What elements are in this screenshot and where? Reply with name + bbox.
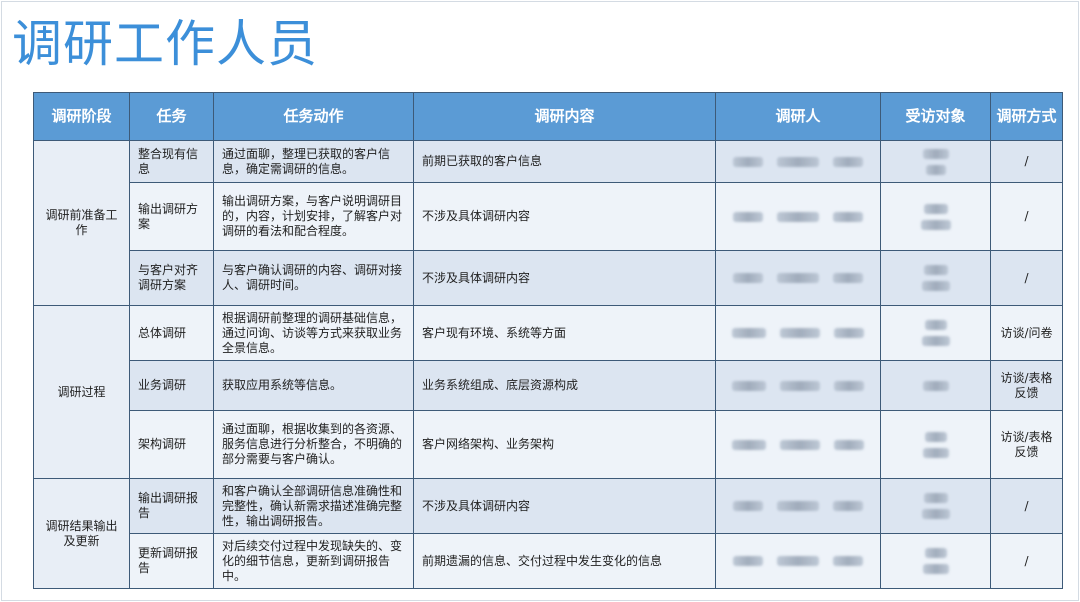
table-row: 调研前准备工作 整合现有信息 通过面聊，整理已获取的客户信息，确定需调研的信息。… (33, 140, 1063, 306)
method-cell: 访谈/表格反馈 (990, 360, 1063, 411)
header-action: 任务动作 (213, 92, 414, 141)
header-task: 任务 (129, 92, 214, 141)
task-cell: 整合现有信息 (129, 140, 214, 183)
header-stage: 调研阶段 (33, 92, 130, 141)
researcher-cell-redacted (715, 140, 881, 183)
stage-cell: 调研前准备工作 (33, 140, 130, 306)
interviewee-cell-redacted (880, 140, 991, 183)
content-cell: 客户现有环境、系统等方面 (413, 305, 716, 361)
content-cell: 不涉及具体调研内容 (413, 182, 716, 251)
table-row: 调研过程 总体调研 根据调研前整理的调研基础信息，通过问询、访谈等方式来获取业务… (33, 305, 1063, 479)
stage-cell: 调研结果输出及更新 (33, 478, 130, 589)
method-cell: / (990, 182, 1063, 251)
table-row: 输出调研方案 输出调研方案，与客户说明调研目的，内容，计划安排，了解客户对调研的… (34, 182, 1063, 251)
interviewee-cell-redacted (880, 250, 991, 306)
method-cell: / (990, 533, 1063, 589)
researcher-cell-redacted (715, 182, 881, 251)
table-row: 业务调研 获取应用系统等信息。 业务系统组成、底层资源构成 访谈/表格反馈 (34, 360, 1063, 411)
interviewee-cell-redacted (880, 410, 991, 479)
task-cell: 更新调研报告 (129, 533, 214, 589)
researcher-cell-redacted (715, 533, 881, 589)
table-row: 与客户对齐调研方案 与客户确认调研的内容、调研对接人、调研时间。 不涉及具体调研… (34, 250, 1063, 306)
task-cell: 输出调研方案 (129, 182, 214, 251)
researcher-cell-redacted (715, 305, 881, 361)
action-cell: 通过面聊，根据收集到的各资源、服务信息进行分析整合，不明确的部分需要与客户确认。 (213, 410, 414, 479)
header-row: 调研阶段 任务 任务动作 调研内容 调研人 受访对象 调研方式 (33, 92, 1063, 141)
action-cell: 输出调研方案，与客户说明调研目的，内容，计划安排，了解客户对调研的看法和配合程度… (213, 182, 414, 251)
task-cell: 输出调研报告 (129, 478, 214, 534)
action-cell: 通过面聊，整理已获取的客户信息，确定需调研的信息。 (213, 140, 414, 183)
task-cell: 业务调研 (129, 360, 214, 411)
content-cell: 前期遗漏的信息、交付过程中发生变化的信息 (413, 533, 716, 589)
action-cell: 根据调研前整理的调研基础信息，通过问询、访谈等方式来获取业务全景信息。 (213, 305, 414, 361)
interviewee-cell-redacted (880, 360, 991, 411)
task-cell: 与客户对齐调研方案 (129, 250, 214, 306)
action-cell: 和客户确认全部调研信息准确性和完整性，确认新需求描述准确完整性，输出调研报告。 (213, 478, 414, 534)
action-cell: 对后续交付过程中发现缺失的、变化的细节信息，更新到调研报告中。 (213, 533, 414, 589)
interviewee-cell-redacted (880, 305, 991, 361)
method-cell: 访谈/问卷 (990, 305, 1063, 361)
interviewee-cell-redacted (880, 533, 991, 589)
action-cell: 获取应用系统等信息。 (213, 360, 414, 411)
content-cell: 业务系统组成、底层资源构成 (413, 360, 716, 411)
method-cell: / (990, 250, 1063, 306)
table-row: 调研结果输出及更新 输出调研报告 和客户确认全部调研信息准确性和完整性，确认新需… (33, 478, 1063, 589)
interviewee-cell-redacted (880, 182, 991, 251)
method-cell: / (990, 478, 1063, 534)
content-cell: 不涉及具体调研内容 (413, 478, 716, 534)
task-cell: 架构调研 (129, 410, 214, 479)
header-researcher: 调研人 (715, 92, 881, 141)
task-cell: 总体调研 (129, 305, 214, 361)
table-row: 更新调研报告 对后续交付过程中发现缺失的、变化的细节信息，更新到调研报告中。 前… (34, 533, 1063, 589)
content-cell: 客户网络架构、业务架构 (413, 410, 716, 479)
researcher-cell-redacted (715, 478, 881, 534)
slide: 调研工作人员 调研阶段 任务 任务动作 调研内容 调研人 受访对象 调研方式 调… (1, 1, 1079, 601)
header-method: 调研方式 (990, 92, 1063, 141)
researcher-cell-redacted (715, 250, 881, 306)
content-cell: 前期已获取的客户信息 (413, 140, 716, 183)
researcher-cell-redacted (715, 410, 881, 479)
survey-table: 调研阶段 任务 任务动作 调研内容 调研人 受访对象 调研方式 调研前准备工作 … (33, 92, 1063, 589)
method-cell: / (990, 140, 1063, 183)
header-interviewee: 受访对象 (880, 92, 991, 141)
stage-cell: 调研过程 (33, 305, 130, 479)
header-content: 调研内容 (413, 92, 716, 141)
researcher-cell-redacted (715, 360, 881, 411)
interviewee-cell-redacted (880, 478, 991, 534)
content-cell: 不涉及具体调研内容 (413, 250, 716, 306)
page-title: 调研工作人员 (12, 15, 318, 73)
action-cell: 与客户确认调研的内容、调研对接人、调研时间。 (213, 250, 414, 306)
table-row: 架构调研 通过面聊，根据收集到的各资源、服务信息进行分析整合，不明确的部分需要与… (34, 410, 1063, 479)
method-cell: 访谈/表格反馈 (990, 410, 1063, 479)
